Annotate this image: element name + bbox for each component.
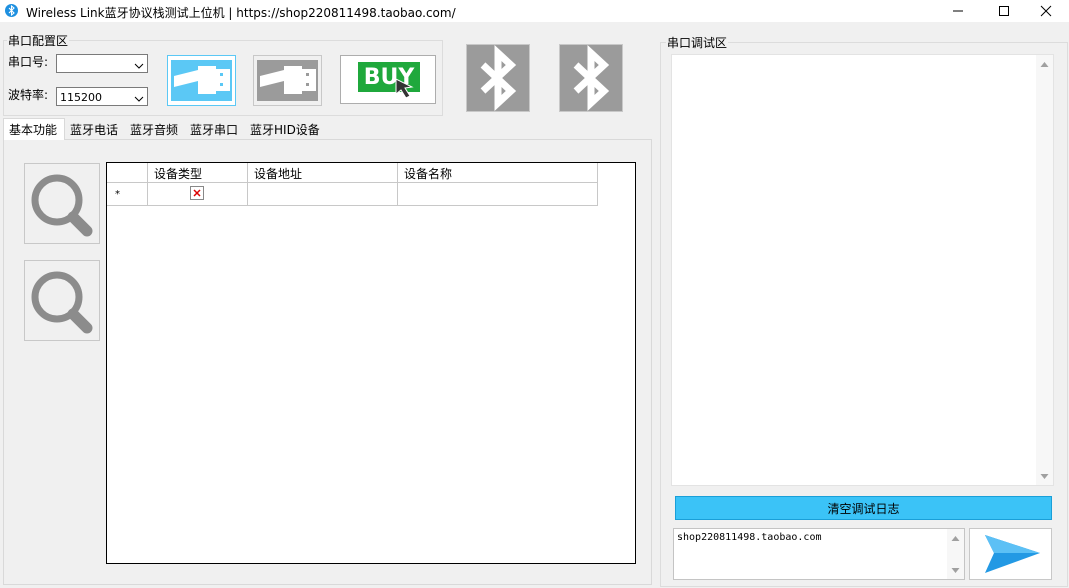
send-input-scrollbar[interactable]: [947, 529, 964, 579]
window-title: Wireless Link蓝牙协议栈测试上位机 | https://shop22…: [26, 6, 456, 20]
send-button[interactable]: [969, 528, 1052, 580]
table-cell-address[interactable]: [248, 183, 398, 206]
usb-plug-icon: [171, 60, 232, 101]
magnifier-icon: [31, 271, 93, 334]
port-label: 串口号:: [8, 55, 49, 69]
search-button-1[interactable]: [24, 163, 100, 244]
new-row-marker: *: [107, 183, 148, 206]
baud-select[interactable]: 115200: [56, 87, 148, 106]
maximize-button[interactable]: [981, 0, 1027, 22]
table-cell-type[interactable]: [148, 183, 248, 206]
bluetooth-icon: [573, 45, 610, 111]
table-cell-name[interactable]: [398, 183, 598, 206]
port-select[interactable]: [56, 54, 148, 73]
bluetooth-app-icon: [5, 4, 18, 17]
magnifier-icon: [31, 174, 93, 237]
chevron-down-icon: [134, 59, 144, 73]
tab-serial[interactable]: 蓝牙串口: [185, 120, 243, 139]
scroll-down-icon[interactable]: [951, 567, 960, 574]
tab-phone[interactable]: 蓝牙电话: [65, 120, 123, 139]
column-header-type[interactable]: 设备类型: [148, 163, 248, 183]
bluetooth-button-1[interactable]: [466, 44, 530, 112]
clear-log-button[interactable]: 清空调试日志: [675, 496, 1052, 520]
send-arrow-icon: [985, 535, 1040, 573]
scroll-up-icon[interactable]: [1040, 61, 1049, 68]
open-port-button[interactable]: [167, 55, 236, 106]
close-port-button[interactable]: [253, 55, 322, 106]
send-input-text: shop220811498.taobao.com: [677, 532, 822, 543]
column-header-address[interactable]: 设备地址: [248, 163, 398, 183]
debug-log-area[interactable]: [671, 54, 1054, 486]
debug-group-title: 串口调试区: [666, 34, 729, 51]
broken-image-icon: [190, 186, 204, 200]
grid-corner: [107, 163, 148, 183]
column-header-name[interactable]: 设备名称: [398, 163, 598, 183]
title-bar: Wireless Link蓝牙协议栈测试上位机 | https://shop22…: [0, 0, 1069, 22]
minimize-button[interactable]: [935, 0, 981, 22]
serial-config-title: 串口配置区: [7, 32, 70, 49]
buy-button[interactable]: BUY: [340, 55, 436, 104]
device-grid[interactable]: 设备类型 设备地址 设备名称 *: [106, 162, 636, 564]
scroll-down-icon[interactable]: [1040, 473, 1049, 480]
tab-basic[interactable]: 基本功能: [3, 118, 65, 140]
usb-plug-icon: [257, 60, 318, 101]
tab-hid[interactable]: 蓝牙HID设备: [245, 120, 325, 139]
cursor-arrow-icon: [395, 78, 414, 99]
tab-audio[interactable]: 蓝牙音频: [125, 120, 183, 139]
send-input[interactable]: shop220811498.taobao.com: [673, 528, 965, 580]
search-button-2[interactable]: [24, 260, 100, 341]
baud-label: 波特率:: [8, 88, 49, 102]
baud-value: 115200: [60, 91, 102, 104]
log-scrollbar[interactable]: [1036, 55, 1053, 485]
chevron-down-icon: [134, 92, 144, 106]
close-button[interactable]: [1023, 0, 1069, 22]
bluetooth-button-2[interactable]: [559, 44, 623, 112]
scroll-up-icon[interactable]: [951, 535, 960, 542]
bluetooth-icon: [480, 45, 517, 111]
